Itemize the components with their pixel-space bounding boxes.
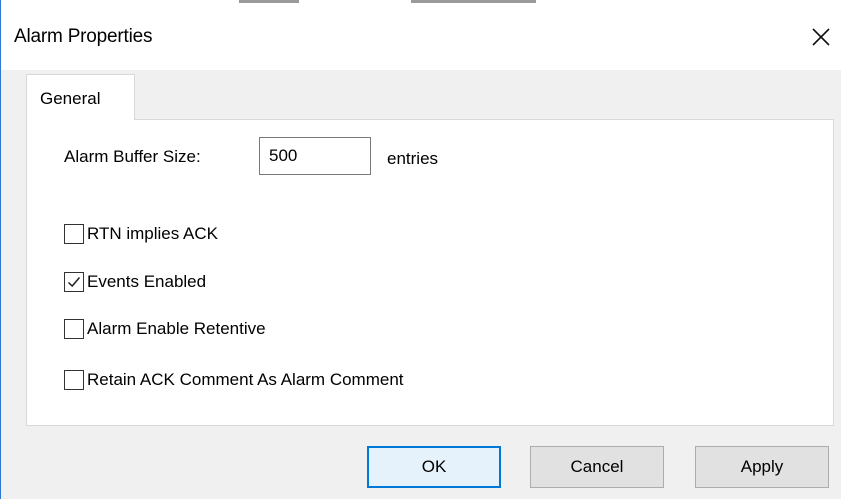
tab-general-label: General bbox=[40, 89, 101, 108]
alarm-properties-dialog: Alarm Properties General Alarm Buffer Si… bbox=[0, 0, 841, 499]
background-window-edge bbox=[239, 0, 299, 3]
tab-general[interactable]: General bbox=[26, 74, 135, 120]
close-button[interactable] bbox=[801, 19, 841, 55]
rtn-implies-ack-checkbox[interactable]: RTN implies ACK bbox=[64, 222, 218, 246]
background-window-edge bbox=[411, 0, 536, 3]
checkbox-box[interactable] bbox=[64, 370, 84, 390]
alarm-enable-retentive-checkbox[interactable]: Alarm Enable Retentive bbox=[64, 317, 266, 341]
alarm-buffer-size-label: Alarm Buffer Size: bbox=[64, 147, 201, 166]
checkbox-label: Events Enabled bbox=[87, 272, 207, 291]
cancel-button[interactable]: Cancel bbox=[530, 446, 664, 488]
checkbox-label: RTN implies ACK bbox=[87, 224, 218, 243]
events-enabled-checkbox[interactable]: Events Enabled bbox=[64, 270, 206, 294]
ok-button[interactable]: OK bbox=[367, 446, 501, 488]
checkbox-box[interactable] bbox=[64, 319, 84, 339]
retain-ack-comment-checkbox[interactable]: Retain ACK Comment As Alarm Comment bbox=[64, 368, 404, 392]
dialog-title: Alarm Properties bbox=[14, 26, 153, 47]
alarm-buffer-size-input[interactable] bbox=[259, 137, 371, 175]
checkbox-box[interactable] bbox=[64, 224, 84, 244]
checkbox-box[interactable] bbox=[64, 272, 84, 292]
close-icon bbox=[812, 28, 830, 46]
checkbox-label: Alarm Enable Retentive bbox=[87, 319, 266, 338]
checkmark-icon bbox=[67, 277, 81, 288]
checkbox-label: Retain ACK Comment As Alarm Comment bbox=[87, 370, 404, 389]
buffer-unit-label: entries bbox=[387, 149, 439, 168]
title-bar[interactable]: Alarm Properties bbox=[1, 0, 841, 70]
apply-button[interactable]: Apply bbox=[695, 446, 829, 488]
